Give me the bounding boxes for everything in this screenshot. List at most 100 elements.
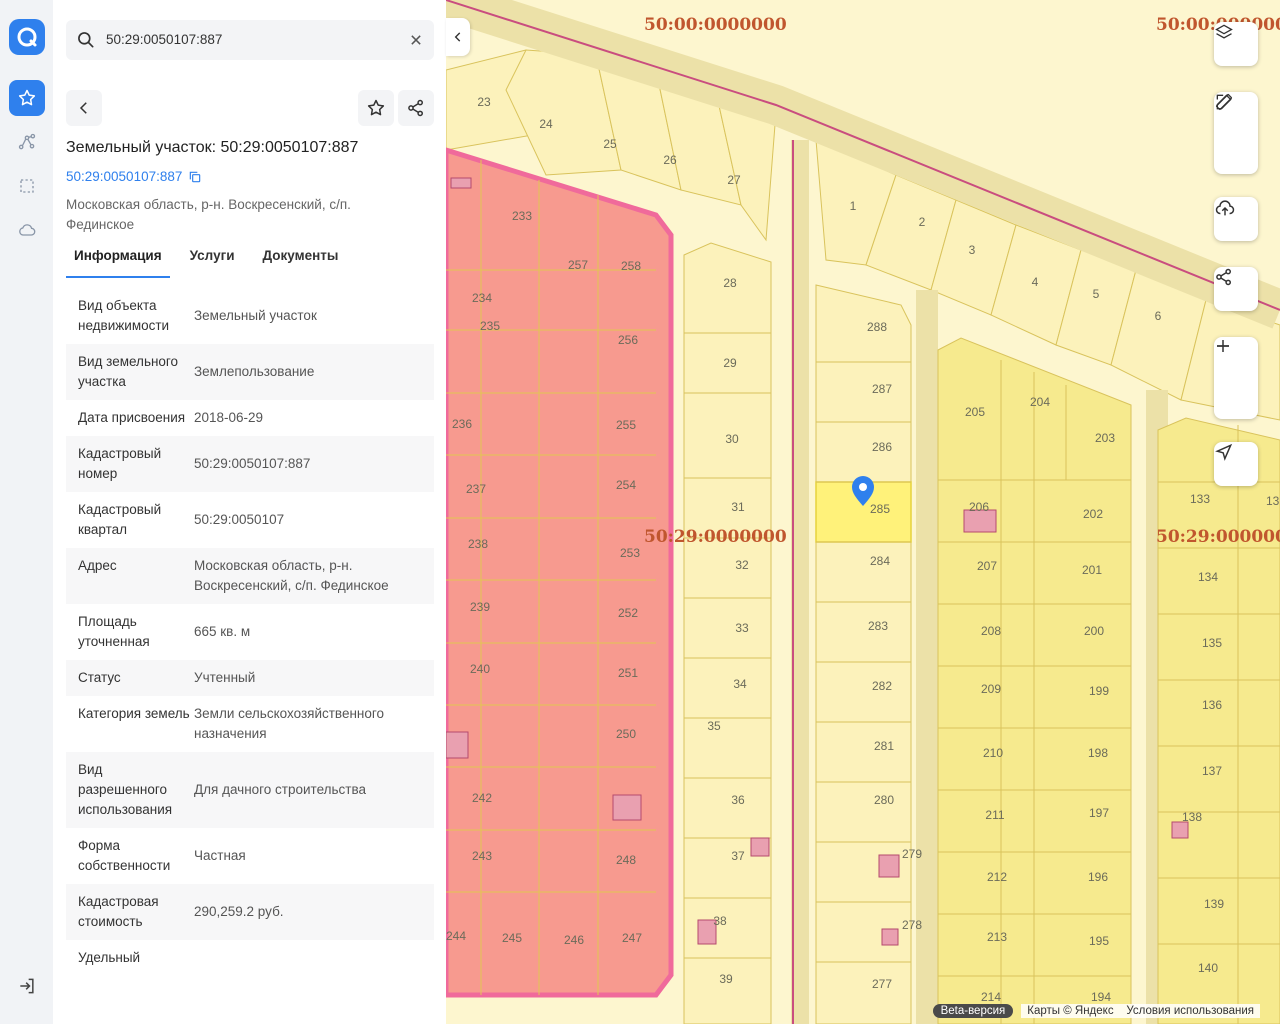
zoom-out-icon[interactable] <box>1217 345 1254 417</box>
property-value: Землепользование <box>194 364 315 379</box>
property-key: Статус <box>78 670 121 685</box>
property-key: Кадастровый номер <box>78 446 162 481</box>
parcel-number: 283 <box>868 619 888 633</box>
maps-attribution[interactable]: Карты © Яндекс <box>1027 1005 1113 1017</box>
parcel-number: 27 <box>727 173 741 187</box>
share-icon <box>408 99 423 117</box>
property-row: Форма собственности Частная <box>66 828 434 884</box>
parcel-number: 236 <box>452 417 472 431</box>
navigation-arrow-icon <box>1215 443 1233 461</box>
parcel-number: 235 <box>480 319 500 333</box>
cadastral-map[interactable]: 50:00:000000050:00:000000050:29:00000005… <box>446 0 1280 1024</box>
copy-icon[interactable] <box>188 170 202 184</box>
parcel-number: 252 <box>618 606 638 620</box>
parcel-number: 132 <box>1266 494 1280 508</box>
property-key: Удельный <box>78 950 141 965</box>
search-bar[interactable]: 50:29:0050107:887 <box>66 20 434 60</box>
parcel-number: 278 <box>902 918 922 932</box>
parcel-number: 243 <box>472 849 492 863</box>
parcel-number: 34 <box>733 677 747 691</box>
parcel-number: 240 <box>470 662 490 676</box>
parcel-number: 39 <box>719 972 733 986</box>
parcel-number: 194 <box>1091 990 1111 1004</box>
parcel-number: 196 <box>1088 870 1108 884</box>
parcel-number: 133 <box>1190 492 1210 506</box>
tab-documents[interactable]: Документы <box>255 240 347 276</box>
parcel-number: 197 <box>1089 806 1109 820</box>
parcel-number: 244 <box>446 929 466 943</box>
property-row: Вид объекта недвижимости Земельный участо… <box>66 288 434 344</box>
parcel-number: 214 <box>981 990 1001 1004</box>
map-canvas[interactable]: 50:00:000000050:00:000000050:29:00000005… <box>446 0 1280 1024</box>
parcel-number: 250 <box>616 727 636 741</box>
parcel-number: 37 <box>731 849 745 863</box>
cloud-icon[interactable] <box>9 212 45 248</box>
parcel-number: 25 <box>603 137 617 151</box>
parcel-number: 135 <box>1202 636 1222 650</box>
star-icon <box>367 99 385 116</box>
clear-search-icon[interactable] <box>406 30 426 55</box>
back-button[interactable] <box>66 90 102 126</box>
parcel-number: 204 <box>1030 395 1050 409</box>
parcel-number: 253 <box>620 546 640 560</box>
app-logo[interactable] <box>9 19 45 55</box>
parcel-number: 200 <box>1084 624 1104 638</box>
terms-link[interactable]: Условия использования <box>1126 1005 1254 1017</box>
parcel-number: 201 <box>1082 563 1102 577</box>
parcel-number: 245 <box>502 931 522 945</box>
property-key: Вид объекта недвижимости <box>78 298 170 333</box>
parcel-number: 32 <box>735 558 749 572</box>
parcel-number: 284 <box>870 554 890 568</box>
property-key: Вид земельного участка <box>78 354 179 389</box>
property-row: Адрес Московская область, р-н. Воскресенс… <box>66 548 434 604</box>
property-row: Кадастровый номер 50:29:0050107:887 <box>66 436 434 492</box>
geolocate-button[interactable] <box>1214 442 1258 486</box>
property-key: Дата присвоения <box>78 410 186 425</box>
parcel-number: 3 <box>969 243 976 257</box>
property-row: Категория земель Земли сельскохозяйственн… <box>66 696 434 752</box>
layers-button[interactable] <box>1214 22 1258 66</box>
parcel-number: 246 <box>564 933 584 947</box>
tab-info[interactable]: Информация <box>66 240 170 278</box>
favorite-button[interactable] <box>358 90 394 126</box>
logout-icon[interactable] <box>9 968 45 1004</box>
beta-badge: Beta-версия <box>932 1004 1014 1018</box>
property-value: Учтенный <box>194 670 256 685</box>
parcel-number: 134 <box>1198 570 1218 584</box>
favorites-star-icon[interactable] <box>9 80 45 116</box>
cadastral-link-text[interactable]: 50:29:0050107:887 <box>66 169 182 184</box>
cadastral-link[interactable]: 50:29:0050107:887 <box>66 169 202 184</box>
route-icon[interactable] <box>9 124 45 160</box>
property-key: Вид разрешенного использования <box>78 762 173 817</box>
property-value <box>194 948 422 968</box>
property-value: 665 кв. м <box>194 624 251 639</box>
edit-icon[interactable] <box>1216 94 1254 172</box>
parcel-number: 31 <box>731 500 745 514</box>
parcel-number: 207 <box>977 559 997 573</box>
share-button[interactable] <box>398 90 434 126</box>
parcel-number: 258 <box>621 259 641 273</box>
property-table: Вид объекта недвижимости Земельный участо… <box>66 288 434 976</box>
parcel-number: 202 <box>1083 507 1103 521</box>
parcel-number: 281 <box>874 739 894 753</box>
parcel-number: 257 <box>568 258 588 272</box>
property-value: Земельный участок <box>194 308 317 323</box>
collapse-panel-button[interactable] <box>446 18 470 56</box>
search-input[interactable]: 50:29:0050107:887 <box>106 32 222 47</box>
parcel-number: 211 <box>985 808 1004 822</box>
parcel-number: 1 <box>850 199 857 213</box>
parcel-number: 4 <box>1032 275 1039 289</box>
parcel-number: 206 <box>969 500 989 514</box>
parcel-number: 205 <box>965 405 985 419</box>
parcel-number: 140 <box>1198 961 1218 975</box>
search-icon <box>76 30 96 55</box>
map-share-button[interactable] <box>1214 267 1258 311</box>
parcel-number: 233 <box>512 209 532 223</box>
property-key: Адрес <box>78 558 117 573</box>
select-area-icon[interactable] <box>9 168 45 204</box>
layers-icon <box>1215 24 1233 39</box>
parcel-number: 288 <box>867 320 887 334</box>
upload-button[interactable] <box>1214 197 1258 241</box>
quarter-label: 50:29:0000000 <box>644 527 787 547</box>
tab-services[interactable]: Услуги <box>182 240 243 276</box>
